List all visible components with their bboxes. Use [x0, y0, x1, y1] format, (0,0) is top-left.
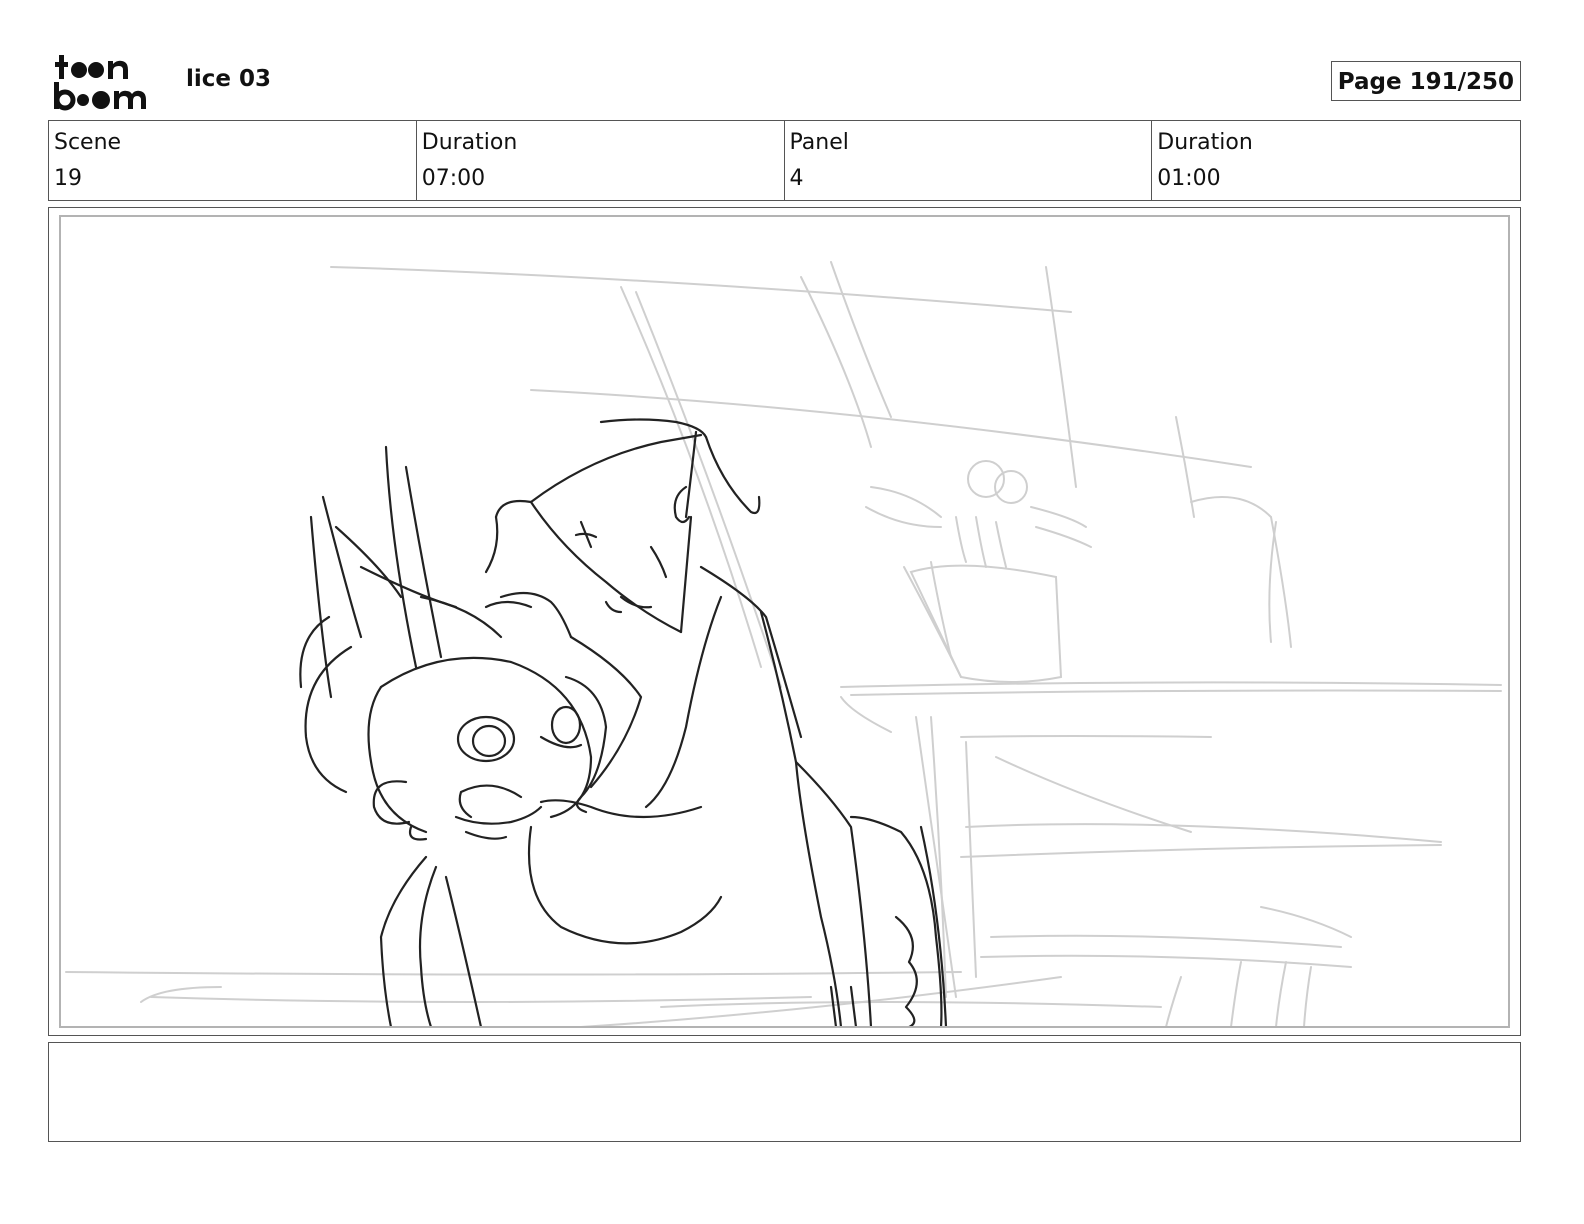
- storyboard-panel-frame: [48, 207, 1521, 1036]
- panel-label: Panel: [789, 130, 849, 155]
- sketch-drawing: [65, 261, 1502, 1026]
- storyboard-panel-image: [59, 215, 1510, 1028]
- panel-cell: Panel 4: [785, 121, 1153, 201]
- panel-notes-box: [48, 1042, 1521, 1142]
- scene-label: Scene: [54, 130, 122, 155]
- scene-info-table: Scene 19 Duration 07:00 Panel 4 Duration…: [48, 120, 1521, 201]
- scene-duration-label: Duration: [421, 130, 518, 155]
- panel-duration-label: Duration: [1157, 130, 1253, 155]
- project-title: lice 03: [186, 66, 272, 92]
- toon-boom-logo: [54, 55, 146, 111]
- page-indicator: Page 191/250: [1330, 61, 1521, 101]
- scene-value: 19: [54, 166, 82, 191]
- scene-duration-value: 07:00: [421, 166, 486, 191]
- panel-duration-value: 01:00: [1157, 166, 1221, 191]
- scene-duration-cell: Duration 07:00: [417, 121, 785, 201]
- scene-cell: Scene 19: [49, 121, 417, 201]
- panel-value: 4: [789, 166, 804, 191]
- panel-duration-cell: Duration 01:00: [1152, 121, 1520, 201]
